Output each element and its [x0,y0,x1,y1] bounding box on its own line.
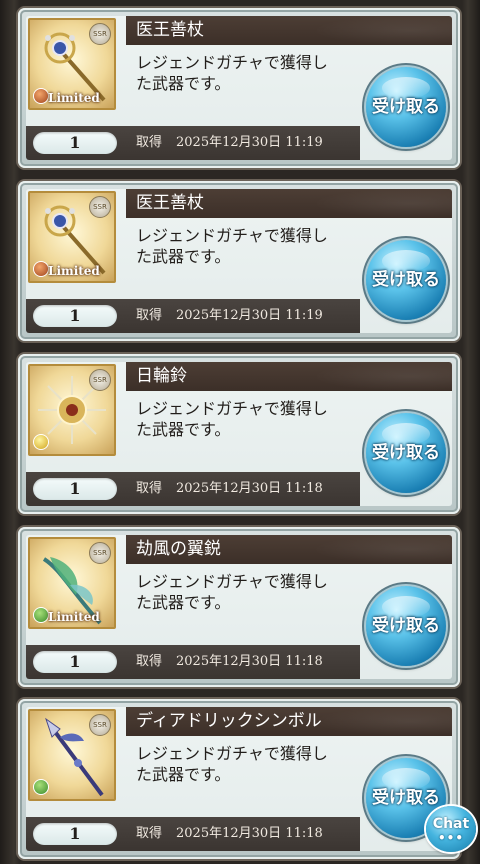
present-card: SSR Limited 劫風の翼鋭 レジェンドガチャで獲得し た武器です。 1 … [18,527,460,687]
item-name: 日輪鈴 [126,362,452,391]
item-name: ディアドリックシンボル [126,707,452,736]
description-line: た武器です。 [136,74,231,93]
description-line: レジェンドガチャで獲得し [136,744,328,763]
info-bar: 1 取得 2025年12月30日 11:19 [26,299,360,333]
acquired-date: 2025年12月30日 11:19 [176,308,323,323]
present-card: SSR 日輪鈴 レジェンドガチャで獲得し た武器です。 1 取得 2025年12月… [18,354,460,514]
present-card: SSR Limited 医王善杖 レジェンドガチャで獲得し た武器です。 1 取… [18,181,460,341]
acquired-label: 取得 [136,481,163,496]
receive-button[interactable]: 受け取る [366,240,446,320]
description-line: レジェンドガチャで獲得し [136,53,328,72]
limited-label: Limited [48,264,100,278]
info-bar: 1 取得 2025年12月30日 11:19 [26,126,360,160]
rarity-badge: SSR [89,542,111,564]
limited-label: Limited [48,610,100,624]
quantity: 1 [33,651,117,673]
receive-label: 受け取る [372,443,440,463]
acquired-info: 取得 2025年12月30日 11:18 [136,645,323,679]
item-description: レジェンドガチャで獲得し た武器です。 [136,743,358,785]
info-bar: 1 取得 2025年12月30日 11:18 [26,645,360,679]
weapon-thumbnail: SSR [28,709,116,801]
acquired-label: 取得 [136,308,163,323]
element-fire-icon [33,88,49,104]
receive-label: 受け取る [372,616,440,636]
receive-label: 受け取る [372,270,440,290]
weapon-thumbnail: SSR Limited [28,18,116,110]
limited-label: Limited [48,91,100,105]
receive-button[interactable]: 受け取る [366,413,446,493]
item-description: レジェンドガチャで獲得し た武器です。 [136,398,358,440]
weapon-thumbnail: SSR [28,364,116,456]
item-description: レジェンドガチャで獲得し た武器です。 [136,225,358,267]
item-name: 医王善杖 [126,16,452,45]
rarity-badge: SSR [89,23,111,45]
quantity: 1 [33,132,117,154]
weapon-thumbnail: SSR Limited [28,191,116,283]
receive-button[interactable]: 受け取る [366,67,446,147]
chat-label: Chat [432,816,470,832]
description-line: た武器です。 [136,765,231,784]
rarity-badge: SSR [89,369,111,391]
acquired-info: 取得 2025年12月30日 11:19 [136,126,323,160]
weapon-thumbnail: SSR Limited [28,537,116,629]
info-bar: 1 取得 2025年12月30日 11:18 [26,817,360,851]
item-name: 劫風の翼鋭 [126,535,452,564]
present-card: SSR ディアドリックシンボル レジェンドガチャで獲得し た武器です。 1 取得… [18,699,460,859]
item-name: 医王善杖 [126,189,452,218]
element-wind-icon [33,779,49,795]
acquired-info: 取得 2025年12月30日 11:19 [136,299,323,333]
acquired-date: 2025年12月30日 11:18 [176,481,323,496]
description-line: レジェンドガチャで獲得し [136,399,328,418]
element-fire-icon [33,261,49,277]
acquired-label: 取得 [136,826,163,841]
acquired-label: 取得 [136,135,163,150]
present-list: SSR Limited 医王善杖 レジェンドガチャで獲得し た武器です。 1 取… [0,0,480,864]
present-card: SSR Limited 医王善杖 レジェンドガチャで獲得し た武器です。 1 取… [18,8,460,168]
description-line: た武器です。 [136,420,231,439]
element-light-icon [33,434,49,450]
item-description: レジェンドガチャで獲得し た武器です。 [136,571,358,613]
quantity: 1 [33,478,117,500]
acquired-date: 2025年12月30日 11:19 [176,135,323,150]
acquired-date: 2025年12月30日 11:18 [176,826,323,841]
acquired-date: 2025年12月30日 11:18 [176,654,323,669]
chat-dots: ••• [437,831,464,845]
item-description: レジェンドガチャで獲得し た武器です。 [136,52,358,94]
acquired-label: 取得 [136,654,163,669]
rarity-badge: SSR [89,714,111,736]
description-line: た武器です。 [136,247,231,266]
description-line: レジェンドガチャで獲得し [136,572,328,591]
quantity: 1 [33,305,117,327]
acquired-info: 取得 2025年12月30日 11:18 [136,472,323,506]
receive-button[interactable]: 受け取る [366,586,446,666]
info-bar: 1 取得 2025年12月30日 11:18 [26,472,360,506]
receive-label: 受け取る [372,788,440,808]
quantity: 1 [33,823,117,845]
description-line: レジェンドガチャで獲得し [136,226,328,245]
rarity-badge: SSR [89,196,111,218]
chat-button[interactable]: Chat ••• [426,806,476,852]
description-line: た武器です。 [136,593,231,612]
acquired-info: 取得 2025年12月30日 11:18 [136,817,323,851]
element-wind-icon [33,607,49,623]
receive-label: 受け取る [372,97,440,117]
